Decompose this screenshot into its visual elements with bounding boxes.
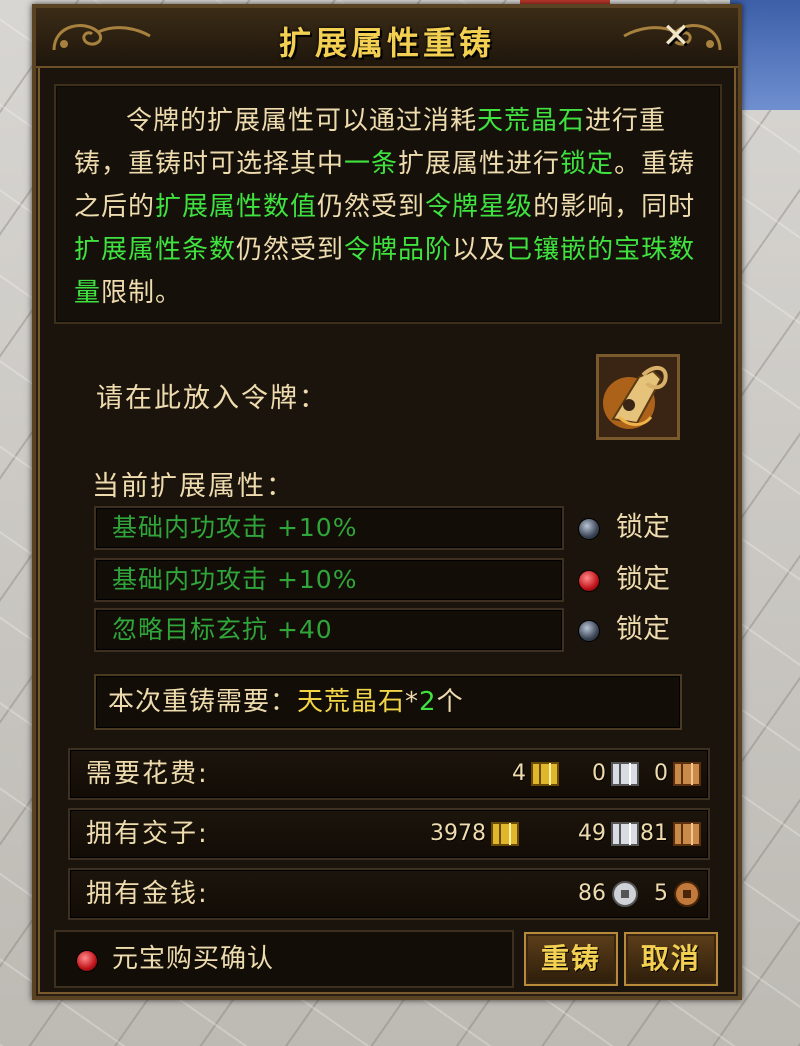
requirement-prefix: 本次重铸需要： — [108, 687, 298, 717]
description-segment: 扩展属性条数 — [74, 235, 237, 265]
money-copper: 5 — [572, 878, 702, 910]
lock-toggle-1[interactable]: 锁定 — [578, 508, 718, 548]
footer-bar: 元宝购买确认 重铸 取消 — [54, 930, 728, 990]
description-segment: 仍然受到 — [236, 235, 345, 265]
description-segment: 令牌品阶 — [344, 235, 453, 265]
requirement-unit: 个 — [436, 687, 464, 717]
reforge-button[interactable]: 重铸 — [524, 932, 618, 986]
cost-money-row: 拥有金钱: 86 5 — [68, 868, 710, 920]
lock-label: 锁定 — [616, 614, 670, 645]
requirement-mult: * — [405, 687, 420, 717]
requirement-item: 天荒晶石 — [297, 687, 406, 717]
description-segment: 锁定 — [560, 149, 615, 179]
attribute-row-1: 基础内功攻击 +10% — [94, 506, 564, 550]
title-bar[interactable]: 扩展属性重铸 ✕ — [36, 8, 738, 68]
copper-note-icon — [673, 822, 701, 846]
attribute-row-3: 忽略目标玄抗 +40 — [94, 608, 564, 652]
attribute-row-2: 基础内功攻击 +10% — [94, 558, 564, 602]
description-segment: 限制。 — [101, 278, 183, 308]
cost-owned-row: 拥有交子: 3978 49 81 — [68, 808, 710, 860]
reforge-dialog: 扩展属性重铸 ✕ 令牌的扩展属性可以通过消耗天荒晶石进行重铸，重铸时可选择其中一… — [32, 4, 742, 1000]
cost-owned-label: 拥有交子: — [86, 819, 209, 849]
description-segment: 扩展属性数值 — [155, 192, 318, 222]
owned-gold-value: 3978 — [430, 821, 486, 846]
close-icon[interactable]: ✕ — [656, 16, 696, 56]
description-text: 令牌的扩展属性可以通过消耗天荒晶石进行重铸，重铸时可选择其中一条扩展属性进行锁定… — [74, 106, 695, 308]
radio-off-icon — [578, 518, 600, 540]
description-segment: 的影响，同时 — [533, 192, 696, 222]
radio-off-icon — [578, 620, 600, 642]
description-box: 令牌的扩展属性可以通过消耗天荒晶石进行重铸，重铸时可选择其中一条扩展属性进行锁定… — [54, 84, 722, 324]
description-segment: 以及 — [452, 235, 507, 265]
description-segment: 令牌的扩展属性可以通过消耗 — [126, 106, 478, 136]
token-icon — [599, 357, 677, 437]
need-copper-value: 0 — [654, 761, 668, 786]
description-segment: 天荒晶石 — [477, 106, 586, 136]
lock-label: 锁定 — [616, 564, 670, 595]
copper-coin-icon — [674, 881, 700, 907]
lock-toggle-3[interactable]: 锁定 — [578, 610, 718, 650]
cost-need-label: 需要花费: — [86, 759, 209, 789]
copper-note-icon — [673, 762, 701, 786]
cancel-button[interactable]: 取消 — [624, 932, 718, 986]
requirement-count: 2 — [419, 687, 437, 717]
lock-label: 锁定 — [616, 512, 670, 543]
radio-on-icon — [76, 950, 98, 972]
ingot-purchase-confirm-toggle[interactable]: 元宝购买确认 — [54, 930, 514, 988]
owned-gold: 3978 — [370, 818, 520, 850]
requirement-box: 本次重铸需要：天荒晶石*2个 — [94, 674, 682, 730]
description-segment: 仍然受到 — [317, 192, 426, 222]
cost-need-row: 需要花费: 4 0 0 — [68, 748, 710, 800]
lock-toggle-2[interactable]: 锁定 — [578, 560, 718, 600]
description-segment: 一条 — [344, 149, 399, 179]
ingot-purchase-confirm-label: 元宝购买确认 — [112, 944, 275, 974]
money-copper-value: 5 — [654, 881, 668, 906]
token-slot-label: 请在此放入令牌： — [96, 383, 328, 414]
cost-money-label: 拥有金钱: — [86, 879, 209, 909]
description-segment: 扩展属性进行 — [398, 149, 561, 179]
need-copper: 0 — [572, 758, 702, 790]
radio-on-icon — [578, 570, 600, 592]
owned-copper-value: 81 — [640, 821, 668, 846]
owned-copper: 81 — [572, 818, 702, 850]
description-segment: 令牌星级 — [425, 192, 534, 222]
token-slot[interactable] — [596, 354, 680, 440]
current-attributes-label: 当前扩展属性： — [92, 471, 295, 502]
